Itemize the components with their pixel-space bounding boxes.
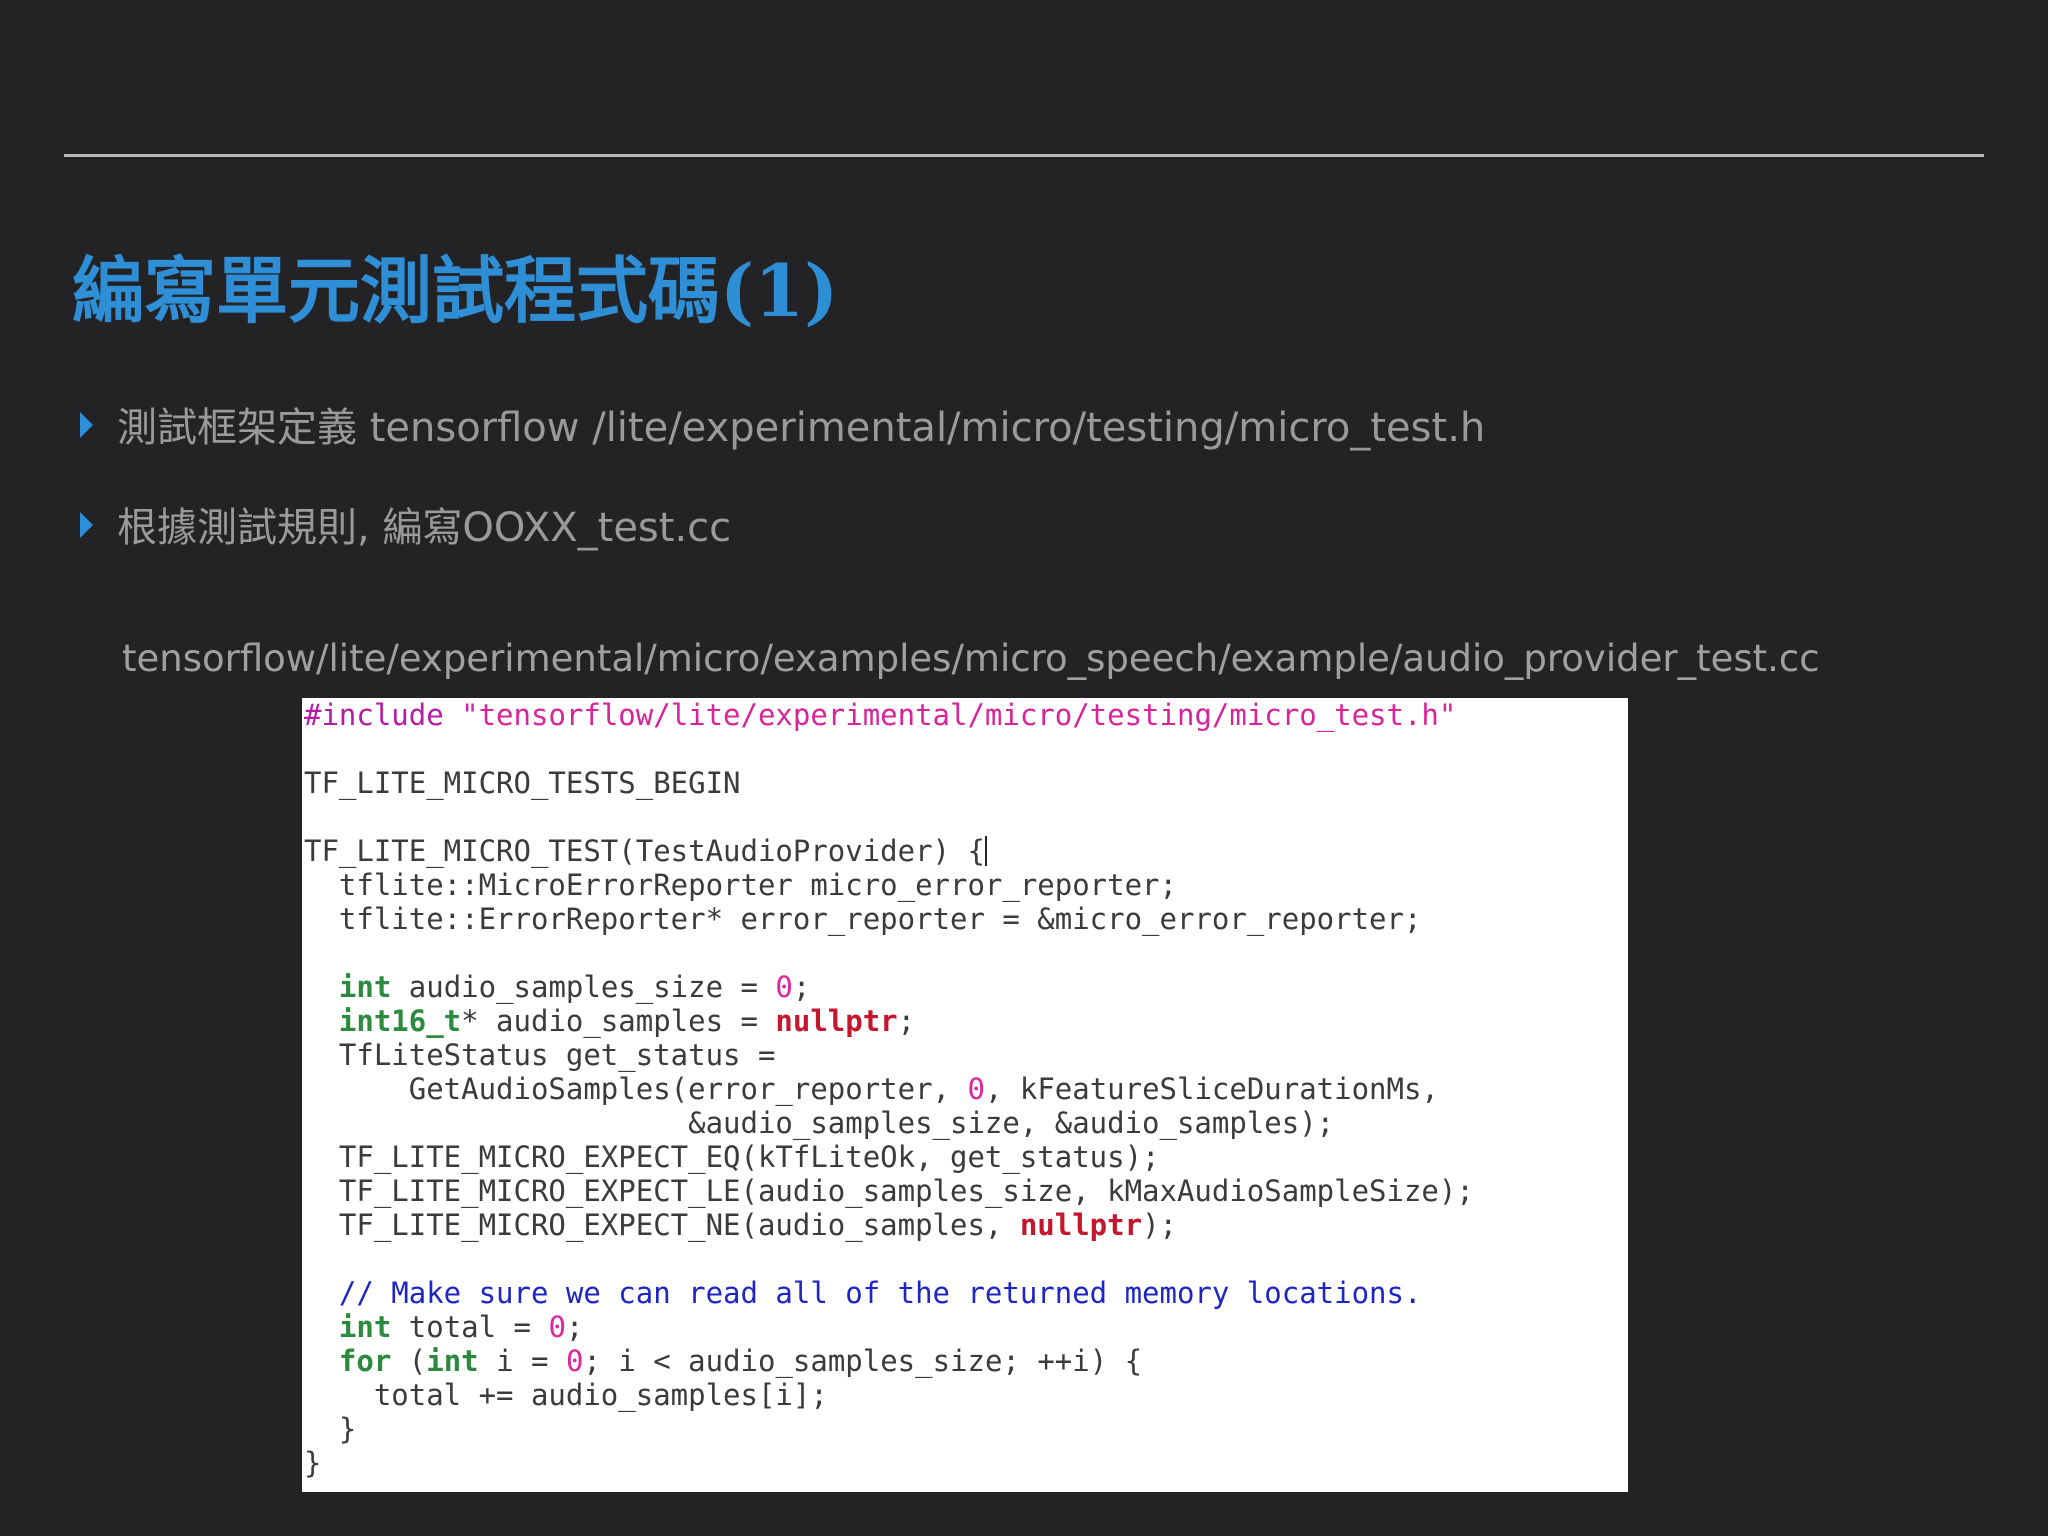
bullet-text: 根據測試規則, 編寫OOXX_test.cc <box>117 505 732 551</box>
code-line: TF_LITE_MICRO_TESTS_BEGIN <box>304 766 1628 800</box>
code-line: tflite::ErrorReporter* error_reporter = … <box>304 902 1628 936</box>
code-line: total += audio_samples[i]; <box>304 1378 1628 1412</box>
code-token: ; i < audio_samples_size; ++i) { <box>583 1344 1143 1378</box>
code-token: TF_LITE_MICRO_EXPECT_LE(audio_samples_si… <box>304 1174 1474 1208</box>
code-token: // Make sure we can read all of the retu… <box>304 1276 1422 1310</box>
code-token: 0 <box>548 1310 566 1344</box>
code-line: for (int i = 0; i < audio_samples_size; … <box>304 1344 1628 1378</box>
top-divider <box>64 154 1984 157</box>
code-token: &audio_samples_size, &audio_samples); <box>304 1106 1335 1140</box>
code-token: "tensorflow/lite/experimental/micro/test… <box>461 698 1457 732</box>
code-token: tflite::MicroErrorReporter micro_error_r… <box>304 868 1177 902</box>
code-token: 0 <box>565 1344 584 1378</box>
code-line: tflite::MicroErrorReporter micro_error_r… <box>304 868 1628 902</box>
bullet-item-framework: 測試框架定義 tensorflow /lite/experimental/mic… <box>80 408 1485 448</box>
code-token: } <box>304 1446 322 1480</box>
code-token: } <box>304 1412 357 1446</box>
bullet-triangle-icon <box>80 512 93 538</box>
bullet-triangle-icon <box>80 412 93 438</box>
code-token: int <box>338 970 392 1004</box>
code-line: int audio_samples_size = 0; <box>304 970 1628 1004</box>
code-line: int total = 0; <box>304 1310 1628 1344</box>
code-token: , kFeatureSliceDurationMs, <box>984 1072 1439 1106</box>
code-token: TfLiteStatus get_status = <box>304 1038 776 1072</box>
code-token: audio_samples_size = <box>391 970 776 1004</box>
bullet-item-write-test: 根據測試規則, 編寫OOXX_test.cc <box>80 508 731 548</box>
code-token: int16_t <box>338 1004 462 1038</box>
code-token: ; <box>565 1310 584 1344</box>
code-block: #include "tensorflow/lite/experimental/m… <box>302 698 1628 1480</box>
code-token: * audio_samples = <box>461 1004 776 1038</box>
code-token: ( <box>391 1344 427 1378</box>
code-token: nullptr <box>775 1004 898 1038</box>
code-line: // Make sure we can read all of the retu… <box>304 1276 1628 1310</box>
code-line: #include "tensorflow/lite/experimental/m… <box>304 698 1628 732</box>
code-token: TF_LITE_MICRO_EXPECT_NE(audio_samples, <box>304 1208 1020 1242</box>
code-line: &audio_samples_size, &audio_samples); <box>304 1106 1628 1140</box>
code-token: ); <box>1142 1208 1177 1242</box>
code-token: tflite::ErrorReporter* error_reporter = … <box>304 902 1422 936</box>
code-token: TF_LITE_MICRO_EXPECT_EQ(kTfLiteOk, get_s… <box>304 1140 1160 1174</box>
code-line: } <box>304 1412 1628 1446</box>
code-token: GetAudioSamples(error_reporter, <box>304 1072 968 1106</box>
code-token: ; <box>897 1004 916 1038</box>
code-line: TF_LITE_MICRO_EXPECT_EQ(kTfLiteOk, get_s… <box>304 1140 1628 1174</box>
code-token: TF_LITE_MICRO_TESTS_BEGIN <box>304 766 741 800</box>
code-token: int <box>426 1344 479 1378</box>
code-screenshot: #include "tensorflow/lite/experimental/m… <box>302 698 1628 1492</box>
code-token: nullptr <box>1019 1208 1143 1242</box>
slide-title: 編寫單元測試程式碼(1) <box>72 248 839 333</box>
code-token: ; <box>792 970 811 1004</box>
code-token: for <box>338 1344 392 1378</box>
code-line: GetAudioSamples(error_reporter, 0, kFeat… <box>304 1072 1628 1106</box>
code-line: TfLiteStatus get_status = <box>304 1038 1628 1072</box>
text-cursor <box>984 836 987 866</box>
code-line: int16_t* audio_samples = nullptr; <box>304 1004 1628 1038</box>
code-token: i = <box>478 1344 566 1378</box>
code-line: TF_LITE_MICRO_TEST(TestAudioProvider) { <box>304 834 1628 868</box>
code-token: total += audio_samples[i]; <box>304 1378 828 1412</box>
code-token: TF_LITE_MICRO_TEST(TestAudioProvider) { <box>304 834 985 868</box>
code-token: 0 <box>775 970 793 1004</box>
code-token: 0 <box>967 1072 985 1106</box>
code-token: total = <box>391 1310 549 1344</box>
code-line: TF_LITE_MICRO_EXPECT_NE(audio_samples, n… <box>304 1208 1628 1242</box>
code-line: TF_LITE_MICRO_EXPECT_LE(audio_samples_si… <box>304 1174 1628 1208</box>
file-path-caption: tensorflow/lite/experimental/micro/examp… <box>122 637 1820 680</box>
code-line: } <box>304 1446 1628 1480</box>
code-token: int <box>338 1310 392 1344</box>
bullet-text: 測試框架定義 tensorflow /lite/experimental/mic… <box>117 405 1486 451</box>
code-token: #include <box>304 698 462 732</box>
